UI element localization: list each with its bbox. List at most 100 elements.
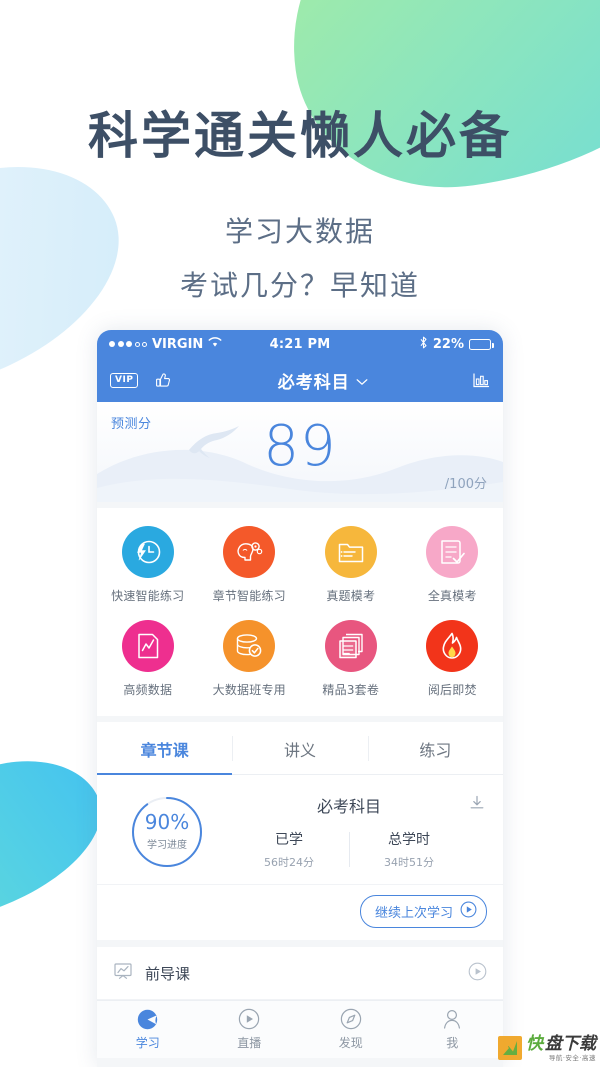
- download-icon[interactable]: [469, 795, 485, 815]
- hero-text-block: 科学通关懒人必备 学习大数据 考试几分？早知道: [0, 0, 600, 304]
- tab-exercises[interactable]: 练习: [367, 722, 503, 774]
- watermark-title: 快 盘下载: [526, 1033, 596, 1054]
- app-header: VIP 必考科目: [97, 358, 503, 402]
- feature-high-frequency[interactable]: 高频数据: [97, 614, 199, 708]
- chevron-down-icon: [356, 371, 368, 390]
- study-stats: 已学 56时24分 总学时 34时51分: [229, 829, 485, 870]
- progress-caption: 学习进度: [147, 840, 187, 851]
- play-circle-icon: [199, 1007, 301, 1031]
- carrier-label: VIRGIN: [152, 336, 204, 352]
- feature-full-mock[interactable]: 全真模考: [402, 520, 504, 614]
- play-circle-icon[interactable]: [468, 962, 487, 985]
- feature-label: 章节智能练习: [212, 589, 286, 603]
- bluetooth-icon: [419, 336, 428, 353]
- battery-percent-label: 22%: [432, 336, 465, 352]
- clock-lightning-icon: [121, 526, 174, 578]
- nav-label: 直播: [237, 1036, 262, 1050]
- progress-percent: 90%: [144, 810, 190, 834]
- stat-label: 总学时: [388, 832, 430, 848]
- watermark-tagline: 导航·安全·高速: [548, 1053, 596, 1062]
- stat-value: 34时51分: [384, 856, 434, 869]
- tab-handouts[interactable]: 讲义: [232, 722, 367, 774]
- nav-item-study[interactable]: 学习: [97, 1007, 199, 1051]
- course-info: 必考科目 已学 56时24分 总学时 34时51分: [205, 793, 485, 870]
- signal-dots-icon: [109, 341, 147, 347]
- battery-icon: [469, 338, 494, 350]
- nav-label: 发现: [338, 1036, 363, 1050]
- vip-badge[interactable]: VIP: [110, 372, 139, 388]
- feature-bigdata-class[interactable]: 大数据班专用: [199, 614, 301, 708]
- feature-row: 快速智能练习 章节智能练习 真题模考 全真模考: [97, 520, 503, 614]
- nav-item-profile[interactable]: 我: [402, 1007, 504, 1051]
- feature-row: 高频数据 大数据班专用 精品3套卷 阅后即焚: [97, 614, 503, 708]
- progress-ring-text: 90% 学习进度: [129, 794, 205, 870]
- chart-board-icon: [113, 961, 133, 985]
- nav-item-live[interactable]: 直播: [199, 1007, 301, 1051]
- list-item-title: 前导课: [145, 964, 191, 983]
- watermark-logo-icon: [498, 1036, 522, 1061]
- list-item[interactable]: 前导课: [97, 947, 503, 1000]
- status-bar-left: VIRGIN: [109, 337, 270, 352]
- predicted-score-panel: 预测分 89 /100分: [97, 402, 503, 502]
- thumbs-up-icon[interactable]: [154, 371, 173, 390]
- course-tabs-card: 章节课 讲义 练习 90% 学习进度 必考科目 已学 56时24分 总学时 34…: [97, 722, 503, 940]
- header-title-group[interactable]: 必考科目: [173, 368, 472, 393]
- compass-icon: [300, 1007, 402, 1031]
- continue-row: 继续上次学习: [97, 884, 503, 940]
- database-check-icon: [223, 620, 276, 672]
- tab-chapter-course[interactable]: 章节课: [97, 722, 233, 775]
- continue-button-label: 继续上次学习: [374, 906, 453, 921]
- watermark: 快 盘下载 导航·安全·高速: [498, 1033, 596, 1062]
- watermark-brand-b: 盘下载: [545, 1033, 596, 1054]
- watermark-brand-a: 快: [526, 1033, 543, 1054]
- header-title: 必考科目: [277, 372, 350, 393]
- hero-subtitle-2: 考试几分？早知道: [179, 269, 420, 302]
- feature-chapter-practice[interactable]: 章节智能练习: [199, 520, 301, 614]
- status-bar-right: 22%: [330, 336, 494, 353]
- feature-three-papers[interactable]: 精品3套卷: [300, 614, 402, 708]
- status-time: 4:21 PM: [269, 336, 331, 352]
- person-icon: [402, 1007, 504, 1031]
- feature-grid: 快速智能练习 章节智能练习 真题模考 全真模考 高频数据 大数据班专用 精品3套…: [97, 508, 503, 716]
- study-icon: [97, 1007, 199, 1031]
- bottom-nav: 学习 直播 发现 我: [97, 1000, 503, 1058]
- score-total-label: /100分: [444, 477, 487, 492]
- feature-quick-practice[interactable]: 快速智能练习: [97, 520, 199, 614]
- page-root: 科学通关懒人必备 学习大数据 考试几分？早知道 VIRGIN 4:21 PM 2…: [0, 0, 600, 1067]
- nav-label: 我: [446, 1036, 459, 1050]
- course-title: 必考科目: [316, 797, 381, 816]
- page-title: 科学通关懒人必备: [88, 107, 512, 165]
- feature-label: 高频数据: [123, 683, 173, 697]
- feature-label: 大数据班专用: [212, 683, 286, 697]
- nav-label: 学习: [135, 1036, 160, 1050]
- chart-document-icon: [121, 620, 174, 672]
- feature-burn-after-read[interactable]: 阅后即焚: [402, 614, 504, 708]
- phone-mockup: VIRGIN 4:21 PM 22% VIP 必考科目 预测分 89 /100分…: [97, 330, 503, 1067]
- papers-icon: [324, 620, 377, 672]
- stat-label: 已学: [275, 832, 303, 848]
- brain-gear-icon: [223, 526, 276, 578]
- feature-label: 阅后即焚: [427, 683, 477, 697]
- predicted-score-value: 89: [263, 414, 337, 479]
- stat-studied: 已学 56时24分: [229, 829, 349, 870]
- watermark-text: 快 盘下载 导航·安全·高速: [526, 1033, 596, 1062]
- flame-icon: [426, 620, 479, 672]
- stat-value: 56时24分: [264, 856, 314, 869]
- progress-ring: 90% 学习进度: [129, 794, 205, 870]
- course-list: 前导课: [97, 947, 503, 1000]
- status-bar: VIRGIN 4:21 PM 22%: [97, 330, 503, 358]
- tab-strip: 章节课 讲义 练习: [97, 722, 503, 775]
- stat-total-hours: 总学时 34时51分: [349, 829, 469, 870]
- folder-list-icon: [324, 526, 377, 578]
- feature-label: 全真模考: [427, 589, 477, 603]
- continue-study-button[interactable]: 继续上次学习: [359, 895, 487, 928]
- nav-item-discover[interactable]: 发现: [300, 1007, 402, 1051]
- checklist-icon: [426, 526, 479, 578]
- wifi-icon: [208, 336, 222, 352]
- feature-real-exam[interactable]: 真题模考: [300, 520, 402, 614]
- feature-label: 真题模考: [326, 589, 376, 603]
- study-progress-section: 90% 学习进度 必考科目 已学 56时24分 总学时 34时51分: [97, 775, 503, 884]
- feature-label: 精品3套卷: [322, 683, 380, 697]
- hero-subtitle-1: 学习大数据: [224, 215, 375, 248]
- bar-chart-icon[interactable]: [472, 372, 490, 389]
